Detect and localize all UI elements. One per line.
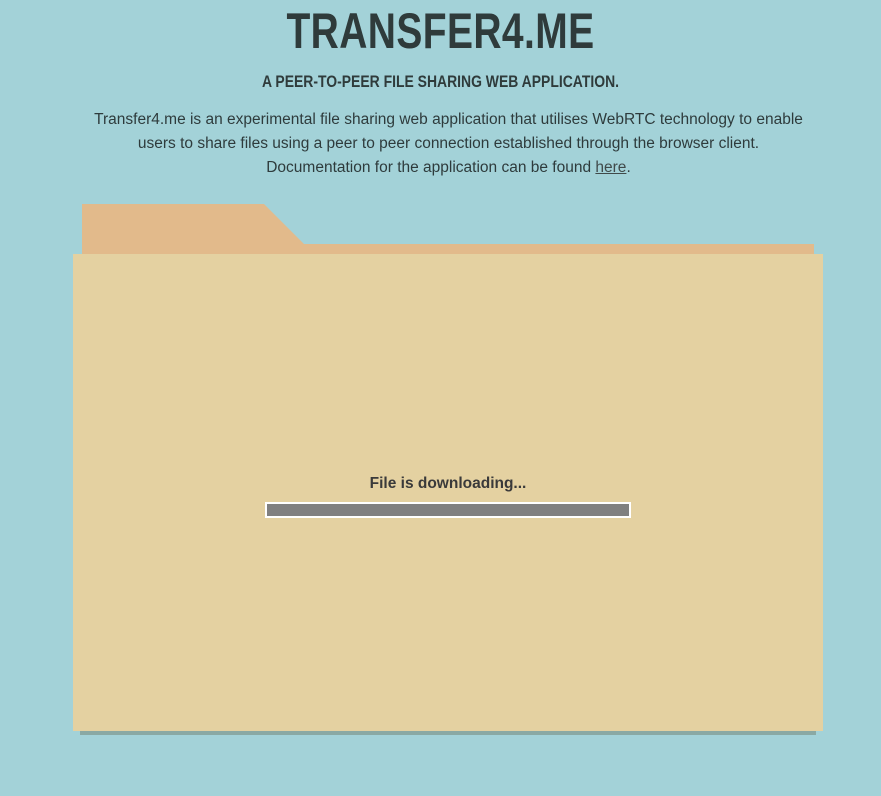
documentation-link[interactable]: here <box>595 159 626 176</box>
download-progress-bar <box>265 502 631 518</box>
site-title: TRANSFER4.ME <box>286 3 595 59</box>
folder-dropzone[interactable] <box>73 204 824 735</box>
site-subtitle: A PEER-TO-PEER FILE SHARING WEB APPLICAT… <box>261 72 620 91</box>
folder-shadow <box>80 731 816 735</box>
description-text: Transfer4.me is an experimental file sha… <box>94 111 803 152</box>
download-status-label: File is downloading... <box>369 475 527 492</box>
documentation-prefix: Documentation for the application can be… <box>266 159 592 176</box>
documentation-suffix: . <box>626 159 631 176</box>
download-progress-fill <box>267 504 629 516</box>
site-description: Transfer4.me is an experimental file sha… <box>82 108 815 180</box>
